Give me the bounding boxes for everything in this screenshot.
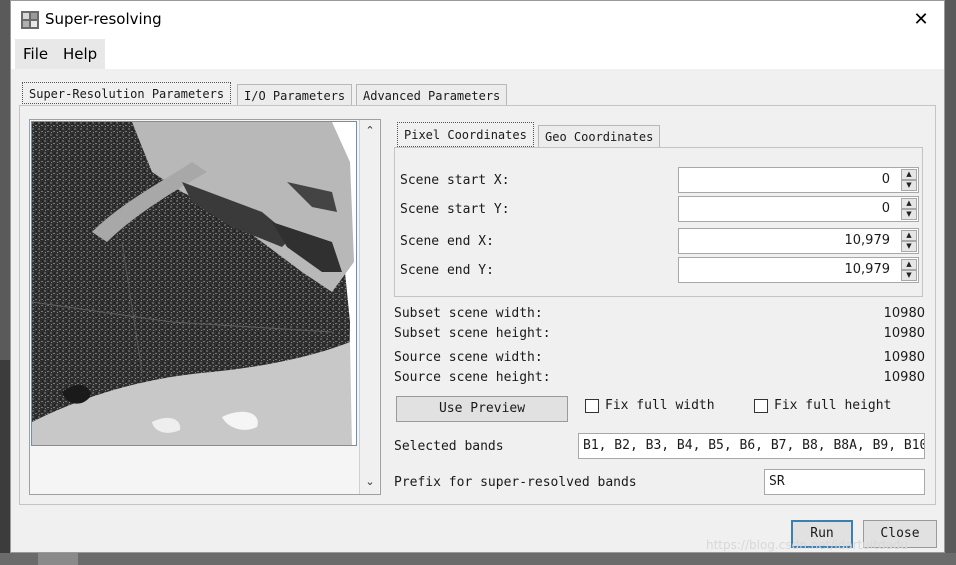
close-window-button[interactable]: ✕: [898, 1, 944, 39]
source-scene-width-label: Source scene width:: [394, 350, 543, 365]
scene-start-x-label: Scene start X:: [400, 173, 510, 188]
scene-start-y-spinner[interactable]: 0 ▲ ▼: [678, 196, 919, 222]
background-desktop-bottom: [0, 553, 956, 565]
fix-full-width-checkbox[interactable]: [585, 399, 599, 413]
subset-scene-width-label: Subset scene width:: [394, 306, 543, 321]
source-scene-height-value: 10980: [883, 370, 925, 385]
background-desktop-item: [38, 553, 78, 565]
subset-scene-height-label: Subset scene height:: [394, 326, 551, 341]
spin-down-icon[interactable]: ▼: [901, 270, 917, 281]
spin-up-icon[interactable]: ▲: [901, 198, 917, 209]
scene-end-x-label: Scene end X:: [400, 234, 494, 249]
subset-scene-height-value: 10980: [883, 326, 925, 341]
scene-end-y-label: Scene end Y:: [400, 263, 494, 278]
fix-full-height-label[interactable]: Fix full height: [774, 398, 891, 413]
preview-scrollbar[interactable]: ⌃ ⌄: [359, 120, 379, 494]
spin-down-icon[interactable]: ▼: [901, 180, 917, 191]
app-icon: [21, 11, 39, 29]
satellite-image: [32, 122, 356, 445]
menu-file[interactable]: File: [15, 39, 57, 69]
chevron-up-icon[interactable]: ⌃: [360, 124, 380, 137]
scene-end-y-spinner[interactable]: 10,979 ▲ ▼: [678, 257, 919, 283]
watermark-text: https://blog.csdn.net/idartuitdadu: [706, 538, 909, 552]
close-icon: ✕: [913, 9, 929, 30]
tab-super-resolution-parameters[interactable]: Super-Resolution Parameters: [22, 82, 232, 104]
spin-up-icon[interactable]: ▲: [901, 169, 917, 180]
dialog-window: Super-resolving ✕ File Help Super-Resolu…: [10, 0, 945, 553]
tab-advanced-parameters[interactable]: Advanced Parameters: [356, 84, 508, 106]
source-scene-height-label: Source scene height:: [394, 370, 551, 385]
use-preview-button[interactable]: Use Preview: [396, 396, 568, 422]
subset-scene-width-value: 10980: [883, 306, 925, 321]
prefix-label: Prefix for super-resolved bands: [394, 475, 637, 490]
scene-start-x-value[interactable]: 0: [882, 172, 890, 187]
fix-full-width-label[interactable]: Fix full width: [605, 398, 715, 413]
tab-geo-coordinates[interactable]: Geo Coordinates: [538, 125, 661, 147]
tab-pixel-coordinates[interactable]: Pixel Coordinates: [397, 122, 534, 147]
menu-help[interactable]: Help: [55, 39, 106, 69]
spin-up-icon[interactable]: ▲: [901, 259, 917, 270]
fix-full-height-checkbox[interactable]: [754, 399, 768, 413]
menu-bar: File Help: [11, 39, 944, 69]
scene-start-x-spinner[interactable]: 0 ▲ ▼: [678, 167, 919, 193]
spin-down-icon[interactable]: ▼: [901, 241, 917, 252]
source-scene-width-value: 10980: [883, 350, 925, 365]
selected-bands-field[interactable]: B1, B2, B3, B4, B5, B6, B7, B8, B8A, B9,…: [578, 433, 925, 459]
scene-end-x-value[interactable]: 10,979: [845, 233, 891, 248]
scene-preview-image[interactable]: [31, 121, 357, 446]
scene-start-y-label: Scene start Y:: [400, 202, 510, 217]
spin-down-icon[interactable]: ▼: [901, 209, 917, 220]
window-title: Super-resolving: [45, 10, 162, 28]
chevron-down-icon[interactable]: ⌄: [360, 475, 380, 488]
scene-start-y-value[interactable]: 0: [882, 201, 890, 216]
prefix-field[interactable]: SR: [764, 469, 925, 495]
selected-bands-label: Selected bands: [394, 439, 504, 454]
spin-up-icon[interactable]: ▲: [901, 230, 917, 241]
tab-io-parameters[interactable]: I/O Parameters: [237, 84, 353, 106]
scene-end-y-value[interactable]: 10,979: [845, 262, 891, 277]
title-bar: Super-resolving ✕: [11, 1, 944, 39]
scene-end-x-spinner[interactable]: 10,979 ▲ ▼: [678, 228, 919, 254]
